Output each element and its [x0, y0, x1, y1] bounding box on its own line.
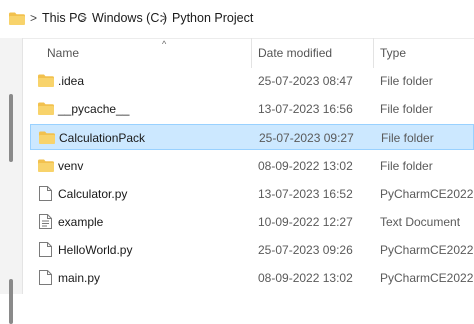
file-name: HelloWorld.py [58, 243, 133, 258]
file-type: PyCharmCE2022.2 [380, 271, 474, 286]
file-name: venv [58, 158, 84, 173]
file-row[interactable]: .idea 25-07-2023 08:47 File folder [30, 68, 474, 94]
file-name: __pycache__ [58, 102, 130, 117]
folder-icon [38, 159, 54, 175]
file-row[interactable]: __pycache__ 13-07-2023 16:56 File folder [30, 96, 474, 122]
file-name: example [58, 215, 104, 229]
file-row[interactable]: CalculationPack 25-07-2023 09:27 File fold… [30, 124, 474, 151]
file-type: PyCharmCE2022.2 [380, 186, 474, 201]
file-row[interactable]: venv 08-09-2022 13:02 File folder [30, 153, 474, 179]
file-date-modified: 08-09-2022 13:02 [258, 271, 353, 286]
text-file-icon [39, 214, 52, 232]
column-header: ^ Name Date modified Type [22, 38, 474, 68]
scrollbar-thumb[interactable] [9, 94, 13, 162]
folder-icon [38, 102, 54, 118]
file-row[interactable]: main.py 08-09-2022 13:02 PyCharmCE2022.2 [30, 265, 474, 291]
address-bar[interactable]: > This PC > Windows (C:) > Python Projec… [0, 0, 474, 39]
folder-icon [9, 12, 25, 25]
file-type: File folder [380, 158, 433, 173]
file-date-modified: 10-09-2022 12:27 [258, 215, 353, 229]
file-date-modified: 08-09-2022 13:02 [258, 158, 353, 173]
file-row[interactable]: HelloWorld.py 25-07-2023 09:26 PyCharmCE20… [30, 237, 474, 263]
file-icon [39, 270, 52, 288]
navigation-pane[interactable] [0, 38, 23, 324]
folder-icon [38, 74, 54, 90]
file-type: File folder [380, 74, 433, 88]
file-type: File folder [380, 102, 433, 117]
column-header-date-modified[interactable]: Date modified [258, 46, 332, 60]
folder-icon [39, 131, 55, 147]
scrollbar-thumb[interactable] [9, 279, 13, 324]
file-icon [39, 185, 52, 204]
column-divider[interactable] [251, 38, 252, 68]
chevron-right-icon: > [30, 11, 38, 25]
file-date-modified: 25-07-2023 08:47 [258, 74, 353, 88]
file-type: PyCharmCE2022.2 [380, 243, 474, 258]
file-type: File folder [381, 131, 434, 146]
breadcrumb-windows-c[interactable]: Windows (C:) [92, 11, 167, 25]
file-row[interactable]: Calculator.py 13-07-2023 16:52 PyCharmCE20… [30, 181, 474, 207]
file-name: Calculator.py [58, 186, 128, 201]
sort-ascending-icon: ^ [162, 39, 167, 49]
file-icon [39, 242, 52, 260]
column-header-type[interactable]: Type [380, 46, 406, 60]
file-name: CalculationPack [59, 131, 146, 146]
chevron-right-icon: > [160, 11, 168, 25]
column-header-name[interactable]: Name [47, 46, 79, 60]
file-name: .idea [58, 74, 85, 88]
file-name: main.py [58, 271, 101, 286]
breadcrumb-python-project[interactable]: Python Project [172, 11, 253, 25]
file-row[interactable]: example 10-09-2022 12:27 Text Document [30, 209, 474, 235]
file-date-modified: 25-07-2023 09:27 [259, 131, 354, 146]
chevron-right-icon: > [80, 11, 88, 25]
column-divider[interactable] [373, 38, 374, 68]
file-date-modified: 13-07-2023 16:56 [258, 102, 353, 117]
file-date-modified: 13-07-2023 16:52 [258, 186, 353, 201]
file-date-modified: 25-07-2023 09:26 [258, 243, 353, 258]
file-type: Text Document [380, 215, 461, 229]
